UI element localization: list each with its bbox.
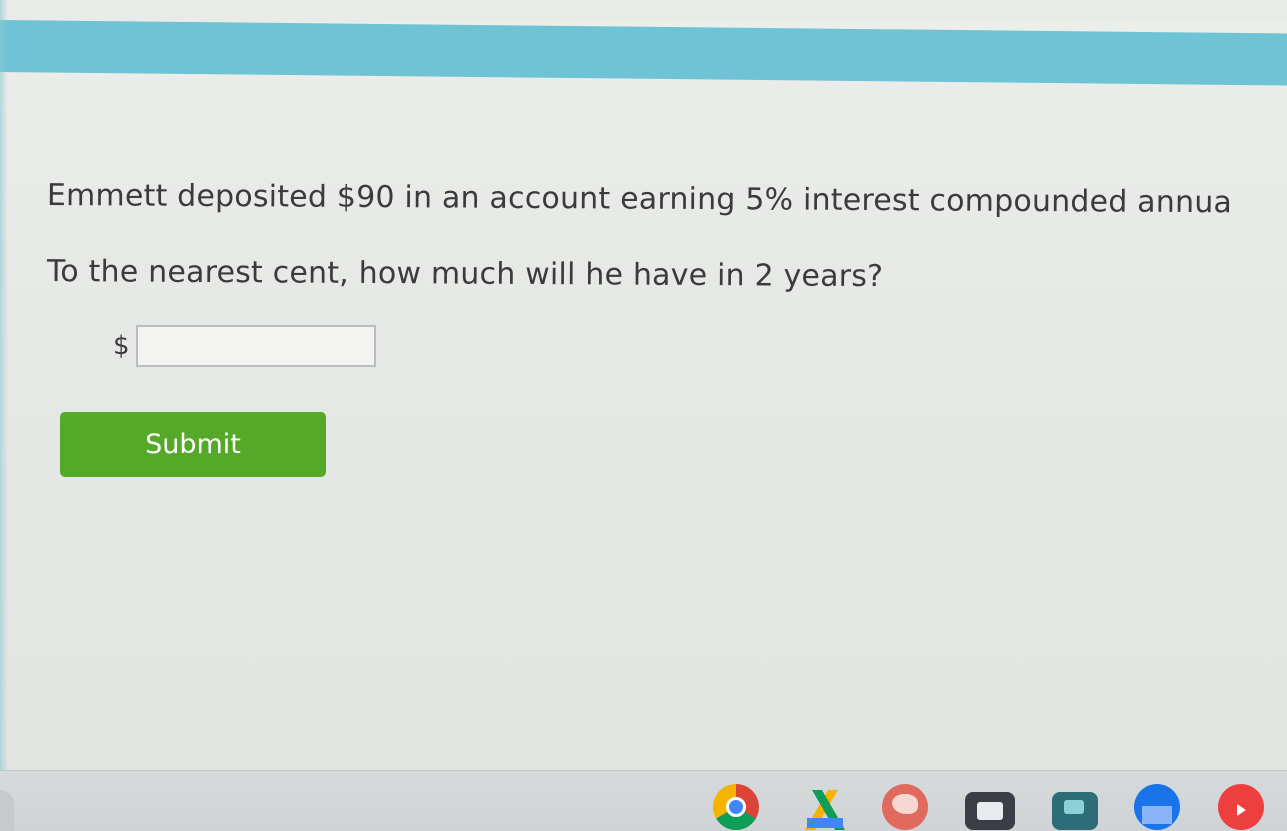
header-bar bbox=[0, 20, 1287, 86]
answer-row: $ bbox=[113, 325, 376, 367]
submit-button[interactable]: Submit bbox=[60, 412, 326, 477]
currency-symbol: $ bbox=[113, 331, 130, 361]
browser-top-strip bbox=[0, 0, 1287, 22]
launcher-edge[interactable] bbox=[0, 790, 14, 831]
chrome-icon[interactable] bbox=[713, 784, 759, 830]
screenshot-icon[interactable] bbox=[1052, 792, 1098, 830]
question-prompt: To the nearest cent, how much will he ha… bbox=[46, 254, 884, 295]
left-edge-shadow bbox=[0, 0, 8, 770]
paint-icon[interactable] bbox=[882, 784, 928, 830]
youtube-icon[interactable] bbox=[1218, 784, 1264, 830]
files-icon[interactable] bbox=[1134, 784, 1180, 830]
drive-icon[interactable] bbox=[801, 790, 849, 830]
question-text: Emmett deposited $90 in an account earni… bbox=[46, 178, 1233, 221]
screen: Emmett deposited $90 in an account earni… bbox=[0, 0, 1287, 831]
docs-icon[interactable] bbox=[965, 792, 1015, 830]
answer-input[interactable] bbox=[135, 325, 376, 367]
